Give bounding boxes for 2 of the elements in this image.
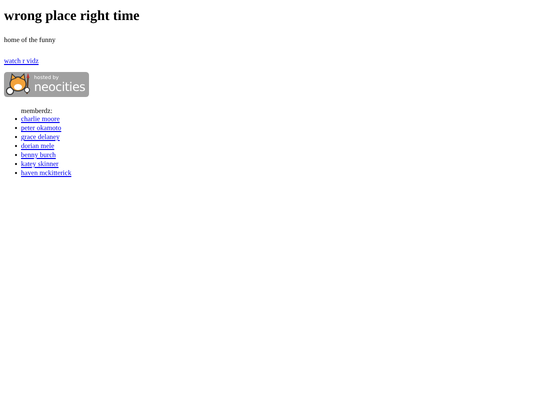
cat-icon: [6, 73, 32, 96]
page-title: wrong place right time: [4, 8, 140, 25]
